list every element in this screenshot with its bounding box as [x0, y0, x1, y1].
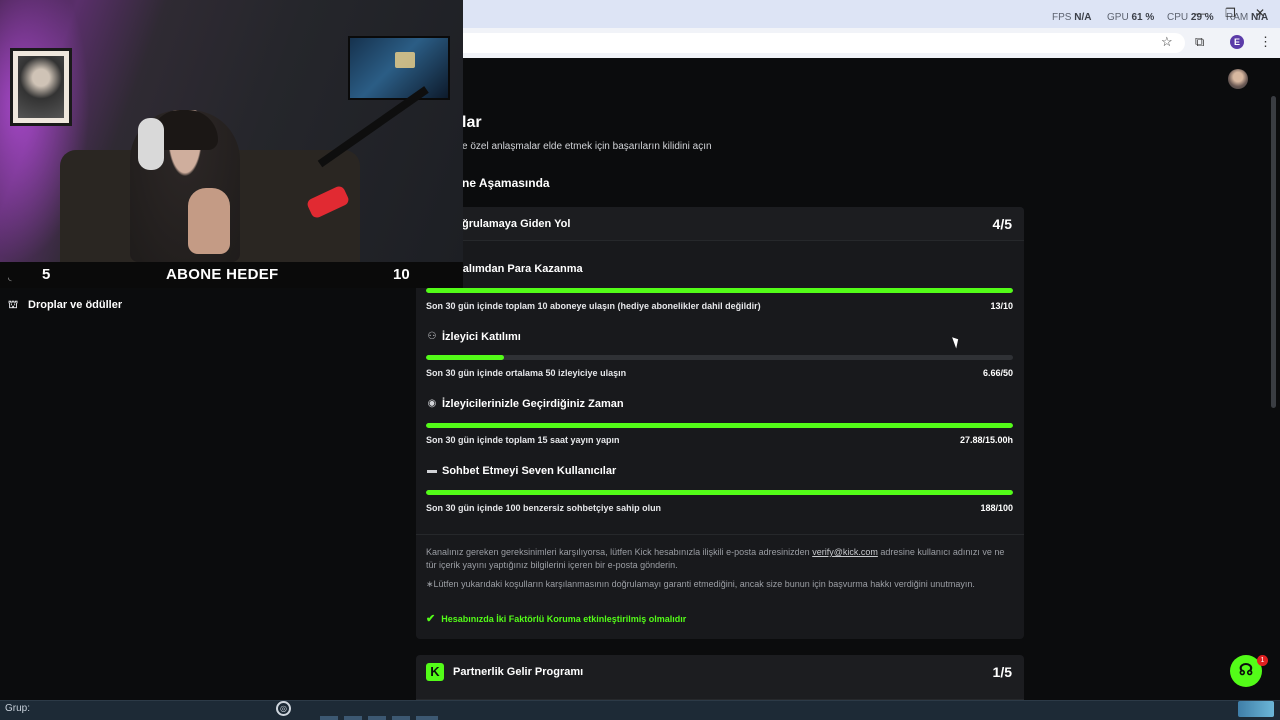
gift-icon: ⛫ [8, 299, 19, 311]
requirement-description: Son 30 gün içinde ortalama 50 izleyiciye… [426, 368, 627, 378]
bookmark-star-icon[interactable]: ☆ [1161, 34, 1173, 50]
taskbar-app[interactable] [416, 716, 438, 720]
requirement-progress-track [426, 490, 1013, 495]
check-icon: ✔ [426, 613, 436, 625]
broadcast-icon: ◉ [427, 398, 437, 409]
kick-logo-icon: K [426, 663, 444, 681]
user-avatar[interactable] [1228, 69, 1248, 89]
stage-heading: ne Aşamasında [462, 176, 550, 190]
requirement-description: Son 30 gün içinde toplam 15 saat yayın y… [426, 435, 620, 445]
verification-card-title: ğrulamaya Giden Yol [462, 218, 571, 230]
fps-readout: FPS N/A [1052, 12, 1092, 23]
cpu-readout: CPU 29 % [1167, 12, 1214, 23]
verify-email-link[interactable]: verify@kick.com [812, 547, 878, 557]
requirement-value: 27.88/15.00h [959, 435, 1013, 445]
requirement-progress-fill [426, 288, 1013, 293]
obs-icon[interactable]: ◎ [276, 701, 291, 716]
goal-current: 5 [42, 266, 51, 283]
requirement-description: Son 30 gün içinde toplam 10 aboneye ulaş… [426, 301, 761, 311]
tv-screen [348, 36, 450, 100]
taskbar-app[interactable] [392, 716, 410, 720]
requirement-value: 13/10 [990, 301, 1013, 311]
gpu-readout: GPU 61 % [1107, 12, 1155, 23]
notification-badge: 1 [1257, 655, 1268, 666]
partner-program-title: Partnerlik Gelir Programı [453, 666, 584, 678]
card-divider [416, 534, 1024, 535]
sidebar-item-drops[interactable]: ⛫ Droplar ve ödüller [8, 299, 122, 313]
headset-icon: ☊ [1238, 662, 1254, 679]
chat-icon: ▬ [427, 465, 437, 476]
requirement-progress-fill [426, 490, 1013, 495]
browser-menu-icon[interactable]: ⋮ [1259, 34, 1272, 50]
requirement-progress-track [426, 355, 1013, 360]
partner-program-count: 1/5 [992, 664, 1012, 680]
streamer-hand [188, 188, 230, 254]
viewers-icon: ⚇ [427, 331, 437, 342]
goal-target: 10 [393, 266, 410, 283]
page-title: lar [462, 114, 482, 131]
requirement-title: İzleyici Katılımı [442, 331, 521, 343]
minimize-button[interactable]: — [1194, 6, 1206, 20]
page-scrollbar[interactable] [1271, 96, 1276, 408]
requirement-progress-track [426, 423, 1013, 428]
goal-marker-icon: ◟ [8, 272, 12, 282]
page-subtitle: e özel anlaşmalar elde etmek için başarı… [462, 141, 712, 152]
browser-profile-avatar[interactable]: E [1230, 35, 1244, 49]
requirement-progress-track [426, 288, 1013, 293]
tv-scene-light [395, 52, 415, 68]
requirement-progress-fill [426, 355, 505, 360]
taskbar-app[interactable] [368, 716, 386, 720]
taskbar-group-label: Grup: [5, 703, 31, 714]
requirement-value: 188/100 [980, 503, 1013, 513]
requirement-value: 6.66/50 [982, 368, 1013, 378]
webcam-overlay [0, 0, 463, 262]
verification-card-count: 4/5 [992, 216, 1012, 232]
requirement-title: Kanalımdan Para Kazanma [442, 263, 583, 275]
verification-note: Kanalınız gereken gereksinimleri karşılı… [426, 547, 1005, 570]
requirement-title: Sohbet Etmeyi Seven Kullanıcılar [442, 465, 617, 477]
requirement-description: Son 30 gün içinde 100 benzersiz sohbetçi… [426, 503, 662, 513]
taskbar-tray-thumbnail[interactable] [1238, 701, 1274, 717]
two-factor-requirement: ✔ Hesabınızda İki Faktörlü Koruma etkinle… [426, 613, 687, 625]
close-button[interactable]: ✕ [1255, 6, 1265, 20]
requirement-title: İzleyicilerinizle Geçirdiğiniz Zaman [442, 398, 624, 410]
taskbar [0, 700, 1280, 720]
restore-button[interactable]: ❐ [1225, 6, 1236, 20]
taskbar-app[interactable] [320, 716, 338, 720]
taskbar-app[interactable] [344, 716, 362, 720]
headphones [138, 118, 164, 170]
portrait-image [18, 56, 64, 118]
verification-disclaimer: ∗Lütfen yukarıdaki koşulların karşılanma… [426, 579, 975, 589]
requirement-progress-fill [426, 423, 1013, 428]
goal-label: ABONE HEDEF [166, 266, 279, 283]
sidebar-item-label: Droplar ve ödüller [28, 299, 123, 311]
extensions-icon[interactable]: ⧉ [1195, 34, 1204, 50]
